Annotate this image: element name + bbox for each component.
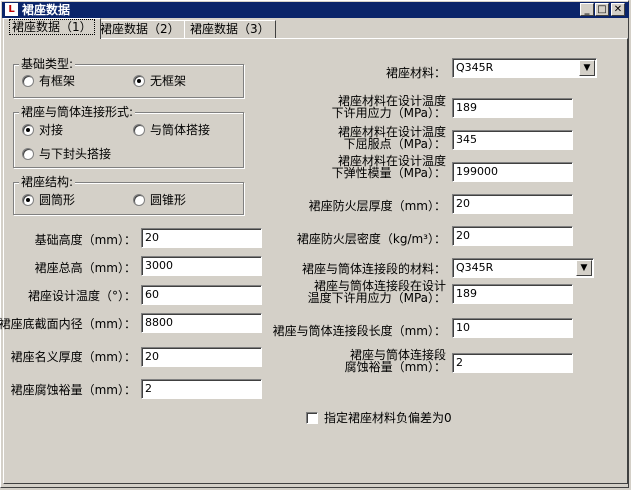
connection-form-label: 裙座与筒体连接形式:	[19, 105, 136, 119]
connection-corrosion-label-line2: 腐蚀裕量（mm）：	[344, 360, 446, 374]
window-title: 裙座数据	[22, 3, 71, 17]
allow-stress-label-line2: 下许用应力（MPa）：	[331, 106, 446, 120]
connection-corrosion-input[interactable]: 2	[452, 353, 573, 373]
radio-dot-selected	[22, 124, 34, 136]
radio-lap-shell[interactable]: 与筒体搭接	[133, 123, 210, 137]
skirt-design-temp-input[interactable]: 60	[141, 285, 262, 305]
fireproof-density-input[interactable]: 20	[452, 226, 573, 246]
fireproof-density-label: 裙座防火层密度（kg/m³）：	[296, 232, 446, 246]
minimize-button[interactable]: _	[580, 3, 594, 16]
tab-skirt-data-1[interactable]: 裙座数据（1）	[3, 18, 101, 39]
radio-dot	[133, 194, 145, 206]
radio-dot-selected	[133, 75, 145, 87]
skirt-material-select[interactable]: Q345R ▼	[452, 58, 597, 78]
tab-skirt-data-3[interactable]: 裙座数据（3）	[184, 20, 276, 38]
tab-skirt-data-2[interactable]: 裙座数据（2）	[94, 20, 186, 38]
connection-length-input[interactable]: 10	[452, 318, 573, 338]
structure-label: 裙座结构:	[19, 175, 76, 189]
radio-lap-bottom-head[interactable]: 与下封头搭接	[22, 147, 111, 161]
foundation-height-input[interactable]: 20	[141, 228, 262, 248]
chevron-down-icon[interactable]: ▼	[576, 260, 592, 276]
skirt-total-height-label: 裙座总高（mm）：	[34, 261, 136, 275]
skirt-bottom-inner-diameter-label: 裙座底截面内径（mm）：	[0, 317, 136, 331]
fireproof-thickness-label: 裙座防火层厚度（mm）：	[308, 199, 446, 213]
radio-butt-joint[interactable]: 对接	[22, 123, 63, 137]
checkbox-box[interactable]	[306, 412, 318, 424]
skirt-bottom-inner-diameter-input[interactable]: 8800	[141, 313, 262, 333]
negative-tolerance-checkbox[interactable]: 指定裙座材料负偏差为0	[306, 411, 452, 425]
skirt-nominal-thickness-label: 裙座名义厚度（mm）：	[10, 350, 136, 364]
foundation-type-label: 基础类型:	[19, 57, 76, 71]
radio-dot	[22, 75, 34, 87]
foundation-height-label: 基础高度（mm）：	[34, 233, 136, 247]
radio-cone[interactable]: 圆锥形	[133, 193, 186, 207]
radio-with-frame[interactable]: 有框架	[22, 74, 75, 88]
radio-dot	[22, 148, 34, 160]
chevron-down-icon[interactable]: ▼	[579, 60, 595, 76]
skirt-corrosion-allowance-input[interactable]: 2	[141, 379, 262, 399]
elastic-modulus-label-line2: 下弹性模量（MPa）：	[331, 166, 446, 180]
skirt-total-height-input[interactable]: 3000	[141, 256, 262, 276]
radio-cylinder[interactable]: 圆筒形	[22, 193, 75, 207]
radio-dot	[133, 124, 145, 136]
yield-point-label-line2: 下屈服点（MPa）：	[343, 137, 446, 151]
connection-allow-stress-input[interactable]: 189	[452, 284, 573, 304]
skirt-material-label: 裙座材料：	[385, 66, 446, 80]
skirt-nominal-thickness-input[interactable]: 20	[141, 347, 262, 367]
yield-point-input[interactable]: 345	[452, 130, 573, 150]
app-icon: L	[5, 3, 18, 16]
radio-without-frame[interactable]: 无框架	[133, 74, 186, 88]
connection-length-label: 裙座与筒体连接段长度（mm）：	[272, 324, 446, 338]
connection-material-label: 裙座与筒体连接段的材料：	[301, 262, 446, 276]
close-button[interactable]: ✕	[611, 3, 625, 16]
title-bar: L 裙座数据 _ □ ✕	[2, 2, 629, 18]
radio-dot-selected	[22, 194, 34, 206]
elastic-modulus-input[interactable]: 199000	[452, 162, 573, 182]
allow-stress-input[interactable]: 189	[452, 98, 573, 118]
connection-allow-stress-label-line2: 温度下许用应力（MPa）：	[307, 291, 446, 305]
connection-material-select[interactable]: Q345R ▼	[452, 258, 594, 278]
fireproof-thickness-input[interactable]: 20	[452, 194, 573, 214]
skirt-corrosion-allowance-label: 裙座腐蚀裕量（mm）：	[10, 383, 136, 397]
skirt-design-temp-label: 裙座设计温度（°）：	[27, 289, 136, 303]
maximize-button[interactable]: □	[595, 3, 609, 16]
